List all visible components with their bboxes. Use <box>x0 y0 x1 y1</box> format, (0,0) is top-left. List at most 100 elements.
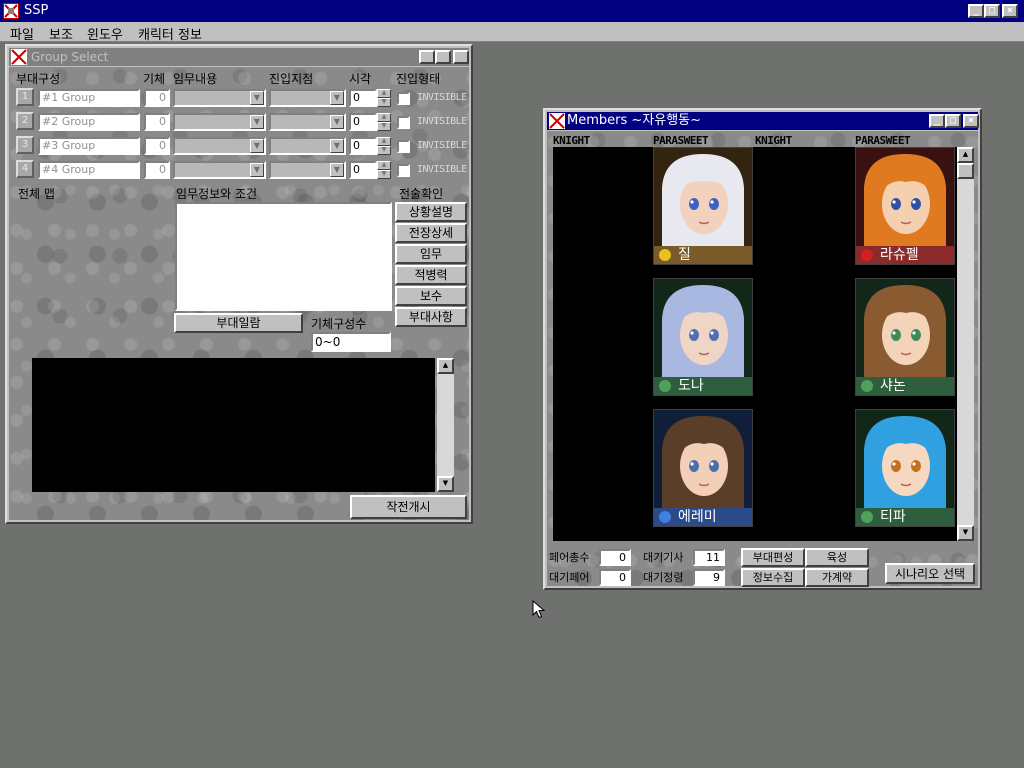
time-field-2[interactable]: 0 <box>349 113 377 131</box>
mission-combo-4[interactable]: ▼ <box>173 161 266 179</box>
contract-button[interactable]: 가계약 <box>805 568 869 587</box>
member-portrait[interactable]: 샤논 <box>855 278 955 396</box>
group-count-field-2[interactable]: 0 <box>144 113 170 131</box>
start-operation-button[interactable]: 작전개시 <box>350 495 467 519</box>
group-row-button-4[interactable]: 4 <box>16 160 34 178</box>
group-select-body: 부대구성 기체 임무내용 진입지점 시각 진입형태 1 #1 Group 0 ▼… <box>9 67 469 520</box>
entry-type-checkbox-2[interactable] <box>397 116 410 129</box>
member-grid-scrollbar[interactable]: ▲ ▼ <box>957 147 974 541</box>
scenario-select-button[interactable]: 시나리오 선택 <box>885 563 975 584</box>
mission-button[interactable]: 임무 <box>395 244 467 264</box>
menu-file[interactable]: 파일 <box>10 24 34 43</box>
member-portrait[interactable]: 도나 <box>653 278 753 396</box>
close-button[interactable]: × <box>1002 4 1018 18</box>
battlefield-detail-button[interactable]: 전장상세 <box>395 223 467 243</box>
entry-point-combo-1[interactable]: ▼ <box>269 89 346 107</box>
group-name-field-4[interactable]: #4 Group <box>38 161 140 179</box>
mission-info-textarea[interactable] <box>175 202 392 311</box>
menu-window[interactable]: 윈도우 <box>87 24 123 43</box>
spin-up-icon[interactable]: ▲ <box>377 137 391 146</box>
info-collect-button[interactable]: 정보수집 <box>741 568 805 587</box>
minimize-button[interactable]: _ <box>968 4 984 18</box>
time-field-3[interactable]: 0 <box>349 137 377 155</box>
unit-count-field[interactable]: 0~0 <box>311 332 391 352</box>
chevron-down-icon[interactable]: ▼ <box>250 163 264 177</box>
time-field-4[interactable]: 0 <box>349 161 377 179</box>
unit-edit-button[interactable]: 부대편성 <box>741 548 805 567</box>
members-close-button[interactable]: × <box>963 114 979 128</box>
member-portrait[interactable]: 티파 <box>855 409 955 527</box>
group-count-field-4[interactable]: 0 <box>144 161 170 179</box>
header-unit: 부대구성 <box>16 72 61 86</box>
map-scrollbar[interactable]: ▲ ▼ <box>437 358 454 492</box>
scroll-up-icon[interactable]: ▲ <box>957 147 974 163</box>
full-map-view[interactable] <box>32 358 435 492</box>
chevron-down-icon[interactable]: ▼ <box>250 91 264 105</box>
member-portrait[interactable]: 라슈펠 <box>855 147 955 265</box>
spin-up-icon[interactable]: ▲ <box>377 89 391 98</box>
group-row-button-3[interactable]: 3 <box>16 136 34 154</box>
waiting-spirits-label: 대기정령 <box>643 571 684 584</box>
scroll-down-icon[interactable]: ▼ <box>957 525 974 541</box>
training-button[interactable]: 육성 <box>805 548 869 567</box>
situation-button[interactable]: 상황설명 <box>395 202 467 222</box>
member-portrait[interactable]: 질 <box>653 147 753 265</box>
member-portrait[interactable]: 에레미 <box>653 409 753 527</box>
entry-type-checkbox-4[interactable] <box>397 164 410 177</box>
chevron-down-icon[interactable]: ▼ <box>330 115 344 129</box>
spin-up-icon[interactable]: ▲ <box>377 113 391 122</box>
entry-point-combo-4[interactable]: ▼ <box>269 161 346 179</box>
element-wood-icon <box>659 380 671 392</box>
reward-button[interactable]: 보수 <box>395 286 467 306</box>
members-maximize-button[interactable]: □ <box>945 114 961 128</box>
spin-down-icon[interactable]: ▼ <box>377 170 391 179</box>
unit-list-button[interactable]: 부대일람 <box>174 313 303 333</box>
entry-point-combo-3[interactable]: ▼ <box>269 137 346 155</box>
member-grid[interactable]: 질 라슈펠도나 샤논에레미 티파 <box>553 147 957 541</box>
time-field-1[interactable]: 0 <box>349 89 377 107</box>
scroll-thumb[interactable] <box>957 163 974 179</box>
chevron-down-icon[interactable]: ▼ <box>250 115 264 129</box>
chevron-down-icon[interactable]: ▼ <box>250 139 264 153</box>
chevron-down-icon[interactable]: ▼ <box>330 163 344 177</box>
time-spinner-4[interactable]: ▲ ▼ <box>377 161 391 179</box>
group-minimize-button[interactable]: _ <box>419 50 435 64</box>
header-entry-type: 진입형태 <box>396 72 441 86</box>
time-spinner-3[interactable]: ▲ ▼ <box>377 137 391 155</box>
menu-aux[interactable]: 보조 <box>49 24 73 43</box>
mission-combo-3[interactable]: ▼ <box>173 137 266 155</box>
menu-character-info[interactable]: 캐릭터 정보 <box>138 24 202 43</box>
spin-up-icon[interactable]: ▲ <box>377 161 391 170</box>
group-row-button-1[interactable]: 1 <box>16 88 34 106</box>
scroll-down-icon[interactable]: ▼ <box>437 476 454 492</box>
entry-type-checkbox-3[interactable] <box>397 140 410 153</box>
chevron-down-icon[interactable]: ▼ <box>330 91 344 105</box>
group-close-button[interactable]: × <box>453 50 469 64</box>
entry-type-label-4: INVISIBLE <box>417 164 467 175</box>
group-name-field-2[interactable]: #2 Group <box>38 113 140 131</box>
scroll-up-icon[interactable]: ▲ <box>437 358 454 374</box>
time-spinner-2[interactable]: ▲ ▼ <box>377 113 391 131</box>
group-count-field-3[interactable]: 0 <box>144 137 170 155</box>
enemy-force-button[interactable]: 적병력 <box>395 265 467 285</box>
group-name-field-3[interactable]: #3 Group <box>38 137 140 155</box>
member-name: 샤논 <box>880 378 906 394</box>
entry-point-combo-2[interactable]: ▼ <box>269 113 346 131</box>
spin-down-icon[interactable]: ▼ <box>377 98 391 107</box>
group-count-field-1[interactable]: 0 <box>144 89 170 107</box>
members-minimize-button[interactable]: _ <box>929 114 945 128</box>
group-maximize-button[interactable]: □ <box>435 50 451 64</box>
chevron-down-icon[interactable]: ▼ <box>330 139 344 153</box>
time-spinner-1[interactable]: ▲ ▼ <box>377 89 391 107</box>
group-row-button-2[interactable]: 2 <box>16 112 34 130</box>
entry-type-checkbox-1[interactable] <box>397 92 410 105</box>
unit-notes-button[interactable]: 부대사항 <box>395 307 467 327</box>
spin-down-icon[interactable]: ▼ <box>377 146 391 155</box>
members-title: Members ~자유행동~ <box>567 113 702 128</box>
window-icon <box>549 113 565 129</box>
maximize-button[interactable]: □ <box>984 4 1000 18</box>
group-name-field-1[interactable]: #1 Group <box>38 89 140 107</box>
mission-combo-2[interactable]: ▼ <box>173 113 266 131</box>
mission-combo-1[interactable]: ▼ <box>173 89 266 107</box>
spin-down-icon[interactable]: ▼ <box>377 122 391 131</box>
